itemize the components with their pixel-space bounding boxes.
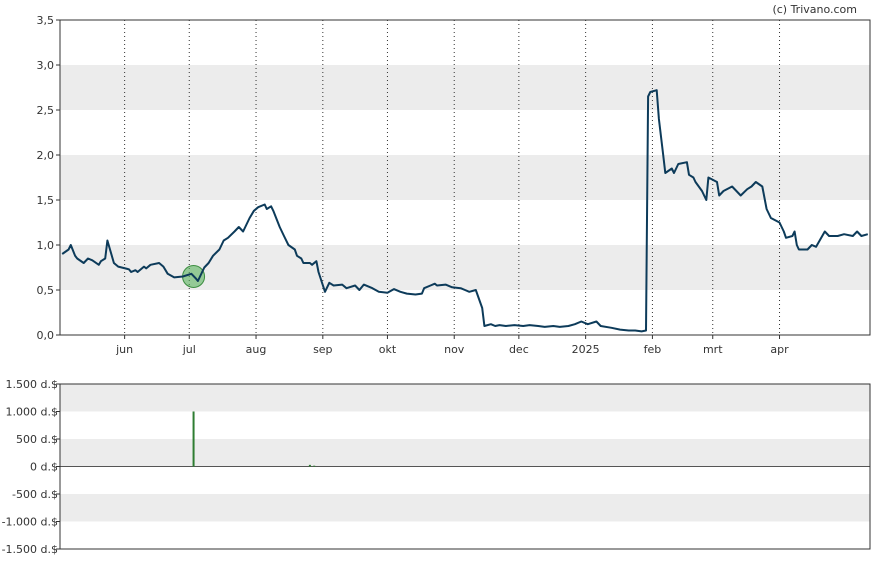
y-tick-label: 1,0 — [37, 239, 55, 252]
x-tick-label: sep — [313, 343, 332, 356]
price-panel: jun jul aug sep okt nov dec 2025 feb mrt apr 0,0 0,5… — [37, 14, 871, 356]
price-grid-band — [60, 155, 870, 200]
credit-text: (c) Trivano.com — [772, 3, 857, 16]
x-tick-label: feb — [644, 343, 662, 356]
y-tick-label: 3,0 — [37, 59, 55, 72]
x-tick-label: dec — [509, 343, 529, 356]
y-tick-label: 0,5 — [37, 284, 55, 297]
volume-y-tick-label: -1.000 d.$ — [2, 516, 58, 529]
y-tick-label: 2,5 — [37, 104, 55, 117]
x-tick-label: mrt — [703, 343, 723, 356]
y-tick-label: 0,0 — [37, 329, 55, 342]
price-grid-band — [60, 245, 870, 290]
volume-y-tick-label: 1.500 d.$ — [6, 378, 58, 391]
y-tick-label: 1,5 — [37, 194, 55, 207]
volume-bar — [313, 465, 316, 467]
x-tick-label: okt — [379, 343, 397, 356]
volume-y-tick-label: 0 d.$ — [30, 461, 58, 474]
volume-bar — [308, 464, 311, 467]
price-grid-band — [60, 65, 870, 110]
volume-y-tick-label: -500 d.$ — [12, 488, 58, 501]
volume-y-tick-label: 500 d.$ — [16, 433, 58, 446]
x-tick-label: apr — [770, 343, 789, 356]
volume-grid-band — [60, 494, 870, 522]
volume-y-tick-label: 1.000 d.$ — [6, 406, 58, 419]
volume-grid-band — [60, 384, 870, 412]
price-series-line — [61, 89, 869, 333]
chart-root: (c) Trivano.com jun jul aug sep okt nov dec 202… — [0, 0, 888, 565]
x-tick-label: jun — [115, 343, 133, 356]
volume-panel: 1.500 d.$ 1.000 d.$ 500 d.$ 0 d.$ -500 d.$ -1… — [2, 378, 871, 556]
x-tick-label: nov — [444, 343, 465, 356]
x-tick-label: 2025 — [572, 343, 600, 356]
volume-y-tick-label: -1.500 d.$ — [2, 543, 58, 556]
volume-grid-band — [60, 439, 870, 467]
volume-bar — [192, 411, 195, 467]
stock-chart: (c) Trivano.com jun jul aug sep okt nov dec 202… — [2, 3, 871, 556]
x-tick-label: jul — [182, 343, 196, 356]
y-tick-label: 3,5 — [37, 14, 55, 27]
x-tick-label: aug — [246, 343, 267, 356]
y-tick-label: 2,0 — [37, 149, 55, 162]
